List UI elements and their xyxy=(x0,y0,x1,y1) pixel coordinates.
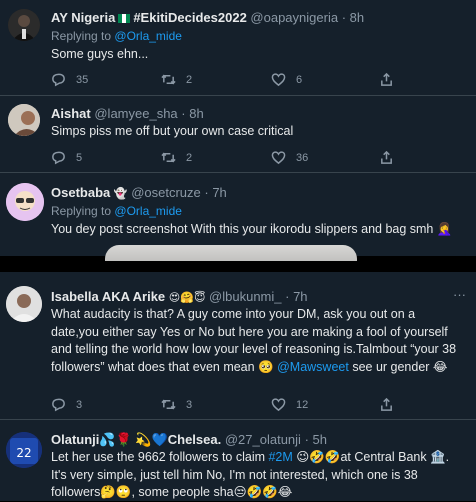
tweet-olatunji[interactable]: 22 Olatunji💦🌹 💫💙Chelsea. @27_olatunji · … xyxy=(0,420,476,501)
reply-button[interactable]: 35 xyxy=(51,72,88,87)
retweet-count: 2 xyxy=(186,73,193,86)
retweet-button[interactable]: 2 xyxy=(161,150,192,165)
share-icon xyxy=(381,150,392,164)
share-icon xyxy=(381,397,392,411)
tweet-panel-bottom: Isabella AKA Arike 😍🤗😇 @lbukunmi_ · 7h ·… xyxy=(0,272,476,501)
like-count: 6 xyxy=(296,73,303,86)
replying-to-link[interactable]: @Orla_mide xyxy=(114,204,182,218)
share-button[interactable] xyxy=(379,150,394,165)
reply-icon xyxy=(52,151,65,165)
nigeria-flag-icon xyxy=(118,14,131,23)
reply-icon xyxy=(52,398,65,412)
tweet-text-part: see ur gender 😂 xyxy=(348,359,448,374)
like-count: 12 xyxy=(296,398,309,411)
avatar[interactable] xyxy=(8,9,40,41)
hashtag-link[interactable]: #2M xyxy=(268,450,292,464)
timestamp[interactable]: · 5h xyxy=(305,432,327,447)
ghost-emoji-icon: 👻 xyxy=(113,187,128,200)
reply-count: 35 xyxy=(76,73,89,86)
reply-icon xyxy=(52,73,65,87)
display-name[interactable]: Aishat xyxy=(51,106,91,121)
heart-icon xyxy=(271,73,286,87)
reply-count: 5 xyxy=(76,151,83,164)
share-icon xyxy=(381,72,392,86)
tweet-header: Aishat @lamyee_sha · 8h xyxy=(51,106,204,121)
svg-text:22: 22 xyxy=(16,446,31,460)
replying-to-link[interactable]: @Orla_mide xyxy=(114,29,182,43)
reply-button[interactable]: 3 xyxy=(51,397,82,412)
timestamp[interactable]: · 8h xyxy=(181,106,203,121)
handle[interactable]: @oapaynigeria xyxy=(250,10,338,25)
avatar[interactable]: 22 xyxy=(6,432,42,468)
mention-link[interactable]: @Mawsweet xyxy=(277,360,349,374)
retweet-count: 3 xyxy=(186,398,193,411)
timestamp[interactable]: · 8h xyxy=(342,10,364,25)
face-emojis-icon: 😍🤗😇 xyxy=(168,291,206,304)
handle[interactable]: @lbukunmi_ xyxy=(209,289,281,304)
like-button[interactable]: 36 xyxy=(271,150,308,165)
replying-prefix: Replying to xyxy=(51,204,112,218)
tweet-header: Osetbaba 👻 @osetcruze · 7h xyxy=(51,185,227,200)
tweet-header: Olatunji💦🌹 💫💙Chelsea. @27_olatunji · 5h xyxy=(51,432,327,448)
avatar[interactable] xyxy=(6,183,44,221)
heart-icon xyxy=(271,151,286,165)
display-name[interactable]: AY Nigeria xyxy=(51,10,115,25)
tweet-actions: 35 2 6 xyxy=(51,72,401,90)
share-button[interactable] xyxy=(379,397,394,412)
replying-to: Replying to @Orla_mide xyxy=(51,204,182,218)
attached-image[interactable] xyxy=(105,245,357,261)
display-name-hashtag[interactable]: #EkitiDecides2022 xyxy=(133,10,246,25)
retweet-icon xyxy=(161,74,176,85)
tweet-panel-top: AY Nigeria #EkitiDecides2022 @oapaynigeri… xyxy=(0,0,476,261)
retweet-icon xyxy=(161,152,176,163)
tweet-header: AY Nigeria #EkitiDecides2022 @oapaynigeri… xyxy=(51,10,364,25)
handle[interactable]: @27_olatunji xyxy=(225,432,301,447)
handle[interactable]: @lamyee_sha xyxy=(94,106,177,121)
tweet-actions: 5 2 36 xyxy=(51,150,401,168)
tweet-header: Isabella AKA Arike 😍🤗😇 @lbukunmi_ · 7h xyxy=(51,289,308,304)
retweet-button[interactable]: 3 xyxy=(161,397,192,412)
avatar[interactable] xyxy=(8,104,40,136)
tweet-aishat[interactable]: Aishat @lamyee_sha · 8h Simps piss me of… xyxy=(0,96,476,172)
tweet-ay-nigeria[interactable]: AY Nigeria #EkitiDecides2022 @oapaynigeri… xyxy=(0,0,476,95)
tweet-isabella[interactable]: Isabella AKA Arike 😍🤗😇 @lbukunmi_ · 7h ·… xyxy=(0,272,476,419)
tweet-text: Simps piss me off but your own case crit… xyxy=(51,124,294,138)
retweet-button[interactable]: 2 xyxy=(161,72,192,87)
replying-prefix: Replying to xyxy=(51,29,112,43)
tweet-text: What audacity is that? A guy come into y… xyxy=(51,306,461,376)
reply-button[interactable]: 5 xyxy=(51,150,82,165)
reply-count: 3 xyxy=(76,398,83,411)
timestamp[interactable]: · 7h xyxy=(285,289,307,304)
tweet-actions: 3 3 12 xyxy=(51,397,401,415)
like-count: 36 xyxy=(296,151,309,164)
heart-icon xyxy=(271,398,286,412)
tweet-text: Let her use the 9662 followers to claim … xyxy=(51,449,461,502)
more-options-icon[interactable]: ··· xyxy=(453,287,466,302)
timestamp[interactable]: · 7h xyxy=(204,185,226,200)
tweet-text: You dey post screenshot With this your i… xyxy=(51,222,453,236)
display-name[interactable]: Osetbaba xyxy=(51,185,110,200)
like-button[interactable]: 12 xyxy=(271,397,308,412)
share-button[interactable] xyxy=(379,72,394,87)
handle[interactable]: @osetcruze xyxy=(131,185,201,200)
retweet-count: 2 xyxy=(186,151,193,164)
display-name[interactable]: Olatunji💦🌹 💫💙Chelsea. xyxy=(51,432,221,447)
avatar[interactable] xyxy=(6,286,42,322)
retweet-icon xyxy=(161,399,176,410)
display-name[interactable]: Isabella AKA Arike xyxy=(51,289,165,304)
tweet-osetbaba[interactable]: Osetbaba 👻 @osetcruze · 7h Replying to @… xyxy=(0,173,476,256)
tweet-text-part: Let her use the 9662 followers to claim xyxy=(51,450,269,464)
replying-to: Replying to @Orla_mide xyxy=(51,29,182,43)
tweet-text: Some guys ehn... xyxy=(51,47,149,61)
like-button[interactable]: 6 xyxy=(271,72,302,87)
